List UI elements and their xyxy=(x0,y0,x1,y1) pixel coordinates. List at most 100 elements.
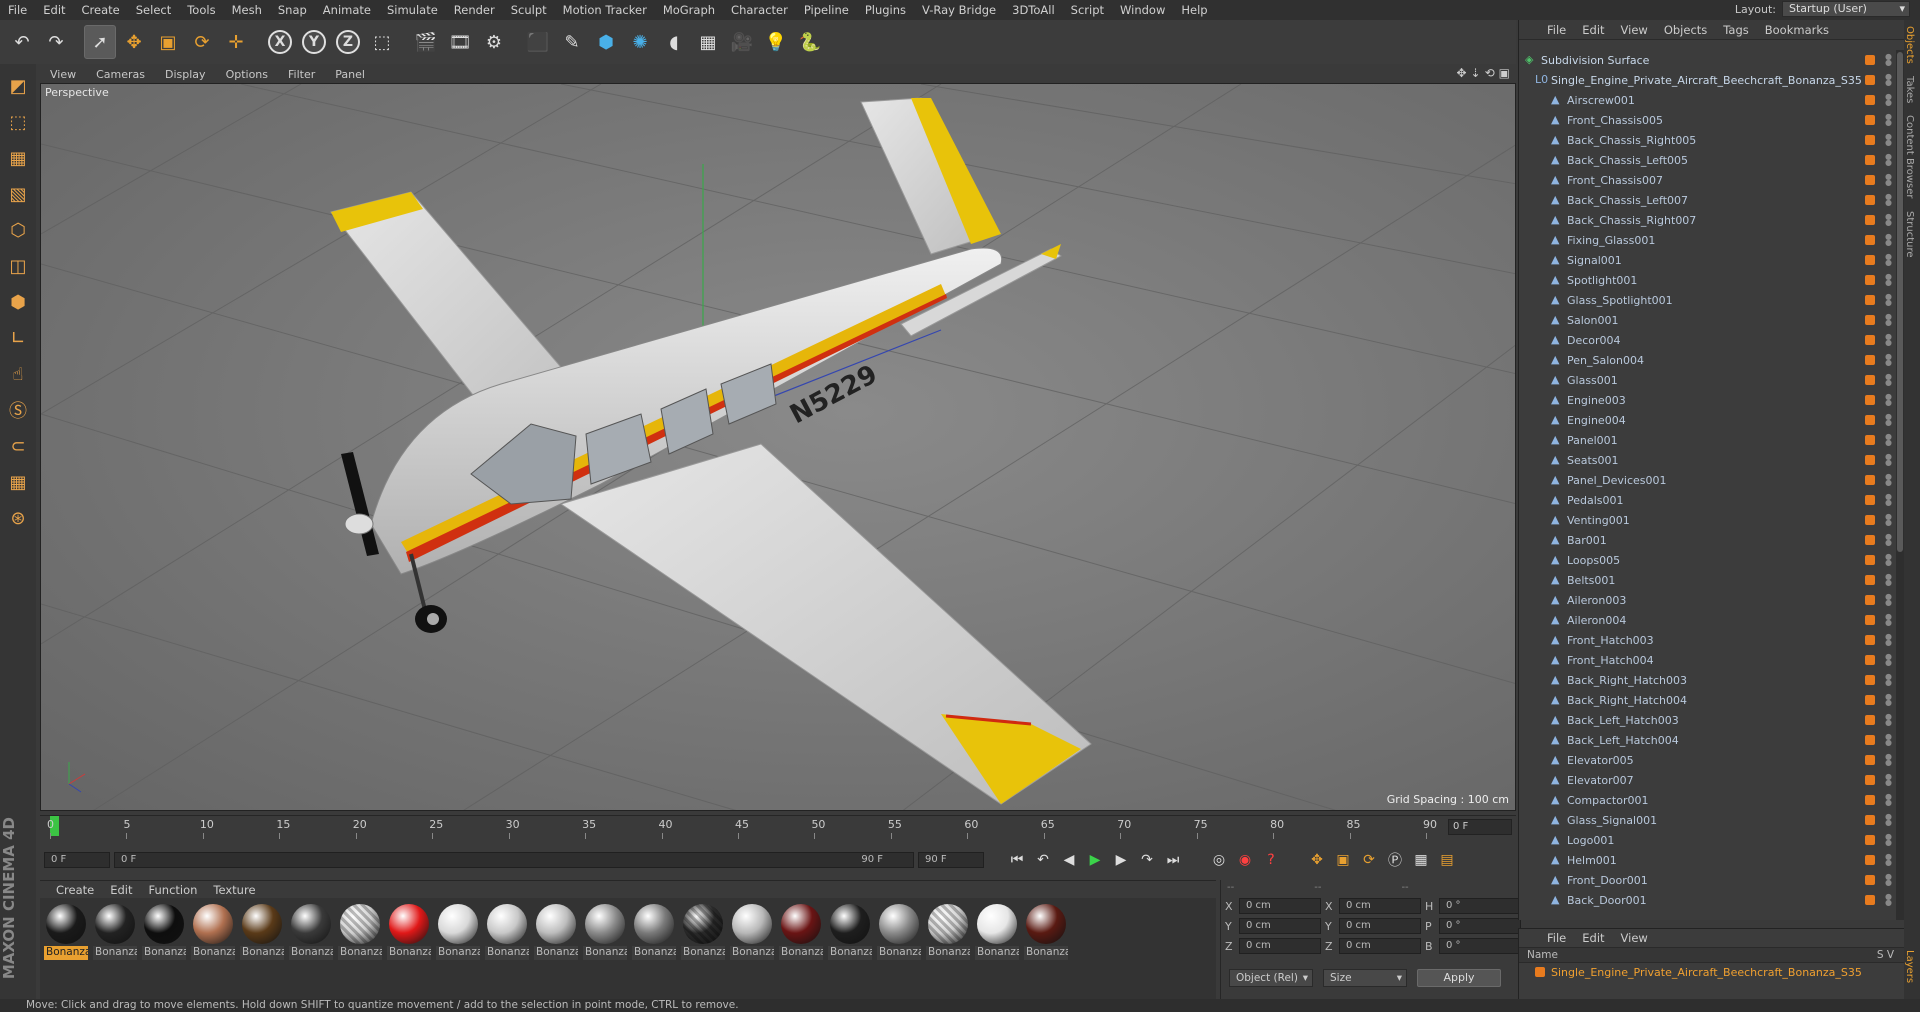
visibility-dots[interactable]: ● ● xyxy=(1885,353,1892,367)
material-swatch[interactable]: Bonanza xyxy=(534,904,578,993)
material-swatch[interactable]: Bonanza xyxy=(44,904,88,993)
object-item[interactable]: ▲ Front_Hatch003 ● ● xyxy=(1519,630,1895,650)
object-item[interactable]: ▲ Venting001 ● ● xyxy=(1519,510,1895,530)
material-swatch[interactable]: Bonanza xyxy=(191,904,235,993)
edges-mode-icon[interactable]: ◫ xyxy=(3,250,33,282)
menu-plugins[interactable]: Plugins xyxy=(857,3,914,17)
visibility-dots[interactable]: ● ● xyxy=(1885,853,1892,867)
visibility-dots[interactable]: ● ● xyxy=(1885,173,1892,187)
material-swatch[interactable]: Bonanza xyxy=(142,904,186,993)
object-item[interactable]: ▲ Front_Hatch004 ● ● xyxy=(1519,650,1895,670)
object-item[interactable]: ▲ Aileron004 ● ● xyxy=(1519,610,1895,630)
object-item[interactable]: ▲ Seats001 ● ● xyxy=(1519,450,1895,470)
visibility-dots[interactable]: ● ● xyxy=(1885,513,1892,527)
object-item[interactable]: ▲ Engine004 ● ● xyxy=(1519,410,1895,430)
visibility-dots[interactable]: ● ● xyxy=(1885,893,1892,907)
coord-value-field[interactable]: 0 cm xyxy=(1239,918,1321,934)
object-menu-bookmarks[interactable]: Bookmarks xyxy=(1757,23,1837,37)
menu-create[interactable]: Create xyxy=(74,3,128,17)
material-tag-icon[interactable] xyxy=(1865,715,1875,725)
object-menu-view[interactable]: View xyxy=(1613,23,1656,37)
object-item[interactable]: ▲ Elevator007 ● ● xyxy=(1519,770,1895,790)
material-tag-icon[interactable] xyxy=(1865,215,1875,225)
visibility-dots[interactable]: ● ● xyxy=(1885,753,1892,767)
object-item[interactable]: ▲ Front_Chassis007 ● ● xyxy=(1519,170,1895,190)
pan-icon[interactable]: ✥ xyxy=(1456,66,1466,80)
object-item[interactable]: ▲ Front_Chassis005 ● ● xyxy=(1519,110,1895,130)
visibility-dots[interactable]: ● ● xyxy=(1885,493,1892,507)
world-coord-icon[interactable]: ⬚ xyxy=(366,25,398,59)
object-item[interactable]: ▲ Logo001 ● ● xyxy=(1519,830,1895,850)
material-tag-icon[interactable] xyxy=(1865,375,1875,385)
x-axis-icon[interactable]: X xyxy=(264,25,296,59)
goto-start-icon[interactable]: ⏮ xyxy=(1004,849,1030,871)
goto-end-icon[interactable]: ⏭ xyxy=(1160,849,1186,871)
points-mode-icon[interactable]: ⬡ xyxy=(3,214,33,246)
layer-row[interactable]: Single_Engine_Private_Aircraft_Beechcraf… xyxy=(1519,963,1904,981)
menu-help[interactable]: Help xyxy=(1173,3,1215,17)
material-tag-icon[interactable] xyxy=(1865,795,1875,805)
material-swatch[interactable]: Bonanza xyxy=(93,904,137,993)
side-tab-takes[interactable]: Takes xyxy=(1904,70,1915,109)
menu-simulate[interactable]: Simulate xyxy=(379,3,446,17)
material-swatch[interactable]: Bonanza xyxy=(877,904,921,993)
tweak-icon[interactable]: ☝ xyxy=(3,358,33,390)
visibility-dots[interactable]: ● ● xyxy=(1885,633,1892,647)
material-swatch[interactable]: Bonanza xyxy=(583,904,627,993)
material-tag-icon[interactable] xyxy=(1865,735,1875,745)
visibility-dots[interactable]: ● ● xyxy=(1885,773,1892,787)
viewport-camera-label[interactable]: Perspective xyxy=(45,86,109,99)
step-back-icon[interactable]: ◀ xyxy=(1056,849,1082,871)
key-rotation-icon[interactable]: ⟳ xyxy=(1356,849,1382,871)
menu-select[interactable]: Select xyxy=(128,3,179,17)
polygons-mode-icon[interactable]: ⬢ xyxy=(3,286,33,318)
coordinate-mode-dropdown[interactable]: Object (Rel) xyxy=(1229,969,1313,987)
material-tag-icon[interactable] xyxy=(1865,315,1875,325)
object-item[interactable]: ▲ Back_Left_Hatch004 ● ● xyxy=(1519,730,1895,750)
object-item[interactable]: ▲ Glass_Signal001 ● ● xyxy=(1519,810,1895,830)
axis-mode-icon[interactable]: ∟ xyxy=(3,322,33,354)
scrollbar-thumb[interactable] xyxy=(1897,52,1903,552)
visibility-dots[interactable]: ● ● xyxy=(1885,873,1892,887)
viewport-menu-view[interactable]: View xyxy=(40,68,86,81)
visibility-dots[interactable]: ● ● xyxy=(1885,413,1892,427)
magnet-icon[interactable]: ⊂ xyxy=(3,430,33,462)
material-tag-icon[interactable] xyxy=(1865,135,1875,145)
object-item[interactable]: ▲ Back_Left_Hatch003 ● ● xyxy=(1519,710,1895,730)
object-item[interactable]: ▲ Panel001 ● ● xyxy=(1519,430,1895,450)
visibility-dots[interactable]: ● ● xyxy=(1885,533,1892,547)
object-item[interactable]: ▲ Panel_Devices001 ● ● xyxy=(1519,470,1895,490)
visibility-dots[interactable]: ● ● xyxy=(1885,433,1892,447)
object-item[interactable]: ▲ Elevator005 ● ● xyxy=(1519,750,1895,770)
apply-button[interactable]: Apply xyxy=(1417,969,1501,987)
current-frame-field[interactable]: 0 F xyxy=(1448,819,1512,835)
material-tag-icon[interactable] xyxy=(1865,335,1875,345)
material-swatch[interactable]: Bonanza xyxy=(926,904,970,993)
material-tag-icon[interactable] xyxy=(1865,175,1875,185)
step-forward-icon[interactable]: ▶ xyxy=(1108,849,1134,871)
object-menu-edit[interactable]: Edit xyxy=(1574,23,1612,37)
key-pla-icon[interactable]: ▦ xyxy=(1408,849,1434,871)
visibility-dots[interactable]: ● ● xyxy=(1885,793,1892,807)
snap-settings-icon[interactable]: ⊛ xyxy=(3,502,33,534)
material-tag-icon[interactable] xyxy=(1865,875,1875,885)
object-item[interactable]: ▲ Salon001 ● ● xyxy=(1519,310,1895,330)
material-tag-icon[interactable] xyxy=(1865,575,1875,585)
menu-window[interactable]: Window xyxy=(1112,3,1173,17)
timeline-window-icon[interactable]: ▤ xyxy=(1434,849,1460,871)
menu-pipeline[interactable]: Pipeline xyxy=(796,3,857,17)
object-item[interactable]: ▲ Back_Chassis_Left005 ● ● xyxy=(1519,150,1895,170)
material-tag-icon[interactable] xyxy=(1865,95,1875,105)
object-tree-scrollbar[interactable] xyxy=(1896,50,1904,920)
material-tag-icon[interactable] xyxy=(1865,415,1875,425)
floor-icon[interactable]: ▦ xyxy=(692,25,724,59)
object-item[interactable]: ▲ Signal001 ● ● xyxy=(1519,250,1895,270)
object-item[interactable]: ▲ Front_Door001 ● ● xyxy=(1519,870,1895,890)
visibility-dots[interactable]: ● ● xyxy=(1885,673,1892,687)
material-tag-icon[interactable] xyxy=(1865,495,1875,505)
scale-icon[interactable]: ▣ xyxy=(152,25,184,59)
coord-value-field[interactable]: 0 cm xyxy=(1339,898,1421,914)
snap-grid-icon[interactable]: ▦ xyxy=(3,466,33,498)
material-menu-create[interactable]: Create xyxy=(48,883,102,897)
visibility-dots[interactable]: ● ● xyxy=(1885,573,1892,587)
